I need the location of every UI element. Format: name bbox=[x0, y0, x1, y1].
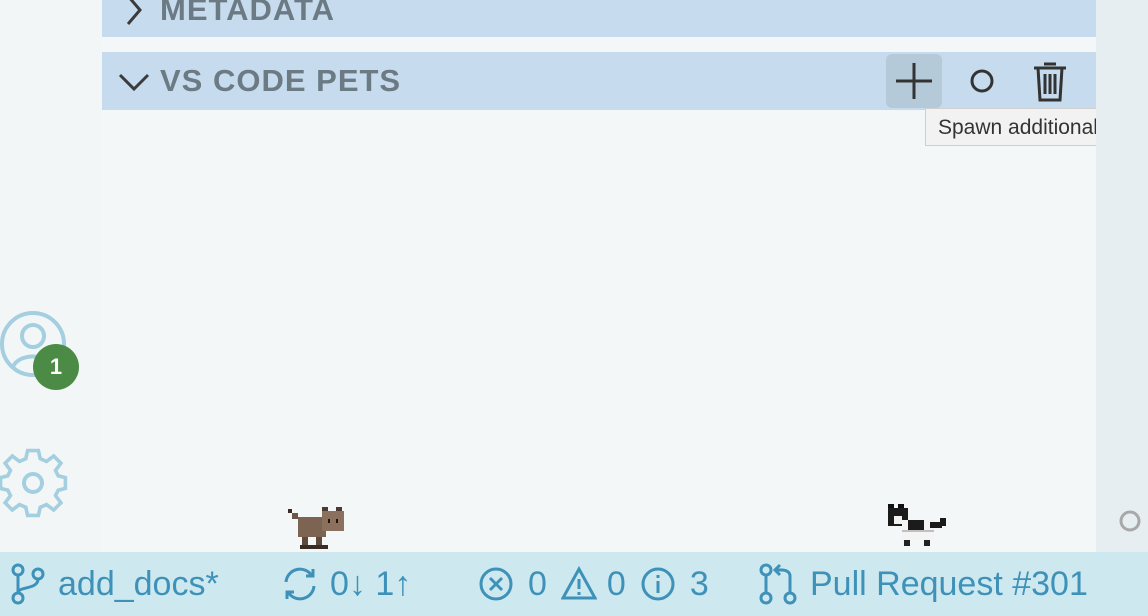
remove-pets-button[interactable] bbox=[1022, 54, 1078, 108]
editor-gutter bbox=[1096, 0, 1148, 552]
activity-bar: 1 bbox=[0, 0, 102, 552]
warning-icon bbox=[560, 566, 597, 600]
pull-request-icon bbox=[759, 563, 797, 605]
account-notification-badge: 1 bbox=[33, 344, 79, 390]
sync-icon bbox=[284, 567, 316, 601]
git-branch-icon bbox=[11, 563, 45, 605]
branch-status[interactable]: add_docs* bbox=[10, 552, 219, 616]
gear-icon[interactable] bbox=[0, 447, 70, 519]
circle-icon bbox=[970, 69, 994, 93]
section-header-metadata[interactable]: METADATA bbox=[102, 0, 1096, 37]
branch-name: add_docs* bbox=[58, 564, 219, 603]
spawn-pet-button[interactable] bbox=[886, 54, 942, 108]
pull-request-status[interactable]: Pull Request #301 bbox=[758, 552, 1088, 616]
error-icon bbox=[479, 567, 513, 601]
problems-status[interactable]: 0 0 3 bbox=[478, 552, 709, 616]
sidebar: METADATA VS CODE PETS bbox=[102, 0, 1096, 552]
trash-icon bbox=[1034, 62, 1066, 102]
info-count: 3 bbox=[689, 564, 709, 603]
throw-ball-button[interactable] bbox=[954, 54, 1010, 108]
pull-request-label: Pull Request #301 bbox=[810, 564, 1088, 603]
error-count: 0 bbox=[528, 564, 547, 603]
section-actions bbox=[886, 52, 1078, 110]
circle-indicator-icon bbox=[1118, 509, 1142, 533]
pet-black-white-cat[interactable] bbox=[886, 502, 952, 557]
chevron-down-icon bbox=[114, 61, 154, 101]
section-header-vs-code-pets[interactable]: VS CODE PETS bbox=[102, 52, 1096, 110]
sync-counts: 0↓ 1↑ bbox=[330, 564, 412, 603]
pet-brown-cat[interactable] bbox=[286, 503, 348, 558]
chevron-right-icon bbox=[114, 0, 154, 30]
info-icon bbox=[641, 567, 675, 601]
warning-count: 0 bbox=[606, 564, 626, 603]
section-title-metadata: METADATA bbox=[160, 0, 336, 27]
section-title-vs-code-pets: VS CODE PETS bbox=[160, 63, 402, 98]
sync-status[interactable]: 0↓ 1↑ bbox=[280, 552, 411, 616]
plus-icon bbox=[896, 63, 932, 99]
status-bar: add_docs* 0↓ 1↑ 0 0 3 Pull Request #301 bbox=[0, 552, 1148, 616]
